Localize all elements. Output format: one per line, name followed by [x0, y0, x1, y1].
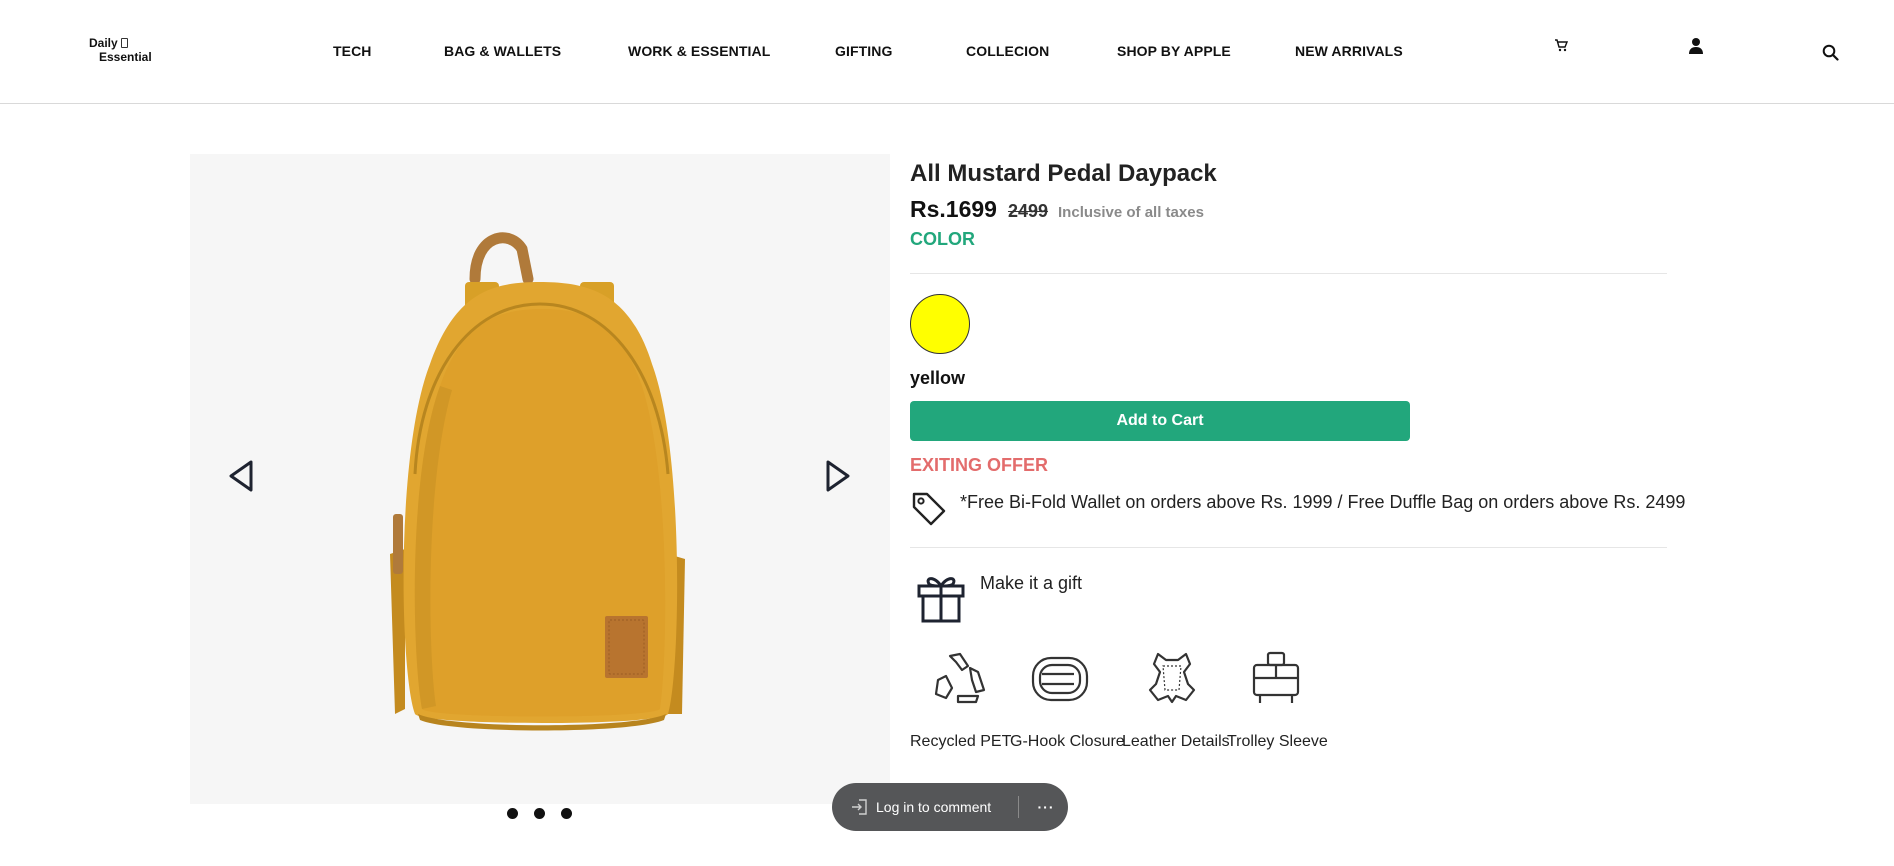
- feature-label-recycled-pet: Recycled PET: [910, 733, 1012, 750]
- offer-title: EXITING OFFER: [910, 455, 1049, 475]
- tax-note: Inclusive of all taxes: [1058, 204, 1204, 221]
- nav-collecion[interactable]: COLLECION: [966, 43, 1049, 59]
- gallery-dot-3[interactable]: [561, 808, 572, 819]
- product-title: All Mustard Pedal Daypack: [910, 160, 1217, 187]
- cart-icon[interactable]: [1554, 39, 1569, 57]
- divider: [910, 547, 1667, 548]
- user-icon[interactable]: [1688, 37, 1704, 59]
- recycle-icon: [928, 650, 992, 711]
- gallery-dots: [507, 808, 572, 819]
- original-price: 2499: [1007, 201, 1049, 221]
- add-to-cart-button[interactable]: Add to Cart: [910, 401, 1410, 441]
- nav-gifting[interactable]: GIFTING: [835, 43, 892, 59]
- price-row: Rs.1699 2499 Inclusive of all taxes: [910, 196, 1204, 223]
- color-label: COLOR: [910, 229, 975, 249]
- nav-tech[interactable]: TECH: [333, 43, 372, 59]
- gallery-dot-1[interactable]: [507, 808, 518, 819]
- nav-new-arrivals[interactable]: NEW ARRIVALS: [1295, 43, 1403, 59]
- logo-line1: Daily: [89, 36, 118, 50]
- prev-image-arrow[interactable]: [227, 459, 255, 498]
- trolley-icon: [1246, 650, 1306, 711]
- feature-label-g-hook: G-Hook Closure: [1010, 733, 1125, 750]
- logo-line2: Essential: [99, 50, 152, 64]
- gallery-dot-2[interactable]: [534, 808, 545, 819]
- login-icon: [852, 799, 867, 815]
- tag-icon: [910, 490, 948, 533]
- search-icon[interactable]: [1822, 44, 1839, 66]
- pill-divider: [1018, 796, 1019, 818]
- phone-icon: [120, 38, 128, 48]
- divider: [910, 273, 1667, 274]
- leather-icon: [1146, 650, 1198, 711]
- login-to-comment-button[interactable]: Log in to comment: [832, 783, 991, 831]
- nav-work-essential[interactable]: WORK & ESSENTIAL: [628, 43, 770, 59]
- gift-icon[interactable]: [915, 572, 967, 629]
- product-gallery: [190, 154, 890, 804]
- color-swatch-yellow[interactable]: [910, 294, 970, 354]
- site-logo[interactable]: Daily Essential: [89, 36, 159, 64]
- nav-shop-by-apple[interactable]: SHOP BY APPLE: [1117, 43, 1231, 59]
- login-to-comment-label: Log in to comment: [876, 799, 992, 815]
- next-image-arrow[interactable]: [824, 459, 852, 498]
- site-header: Daily Essential TECH BAG & WALLETS WORK …: [0, 0, 1894, 104]
- feature-label-leather: Leather Details: [1122, 733, 1230, 750]
- feature-label-trolley: Trolley Sleeve: [1227, 733, 1328, 750]
- offer-text: *Free Bi-Fold Wallet on orders above Rs.…: [960, 492, 1686, 512]
- g-hook-icon: [1030, 650, 1090, 711]
- selected-color-name: yellow: [910, 368, 966, 388]
- sale-price: Rs.1699: [910, 196, 997, 222]
- gift-text[interactable]: Make it a gift: [980, 573, 1082, 594]
- nav-bag-wallets[interactable]: BAG & WALLETS: [444, 43, 561, 59]
- more-options-button[interactable]: ···: [1028, 783, 1064, 831]
- mustard-backpack-image: [390, 232, 685, 731]
- comment-pill: Log in to comment ···: [832, 783, 1068, 831]
